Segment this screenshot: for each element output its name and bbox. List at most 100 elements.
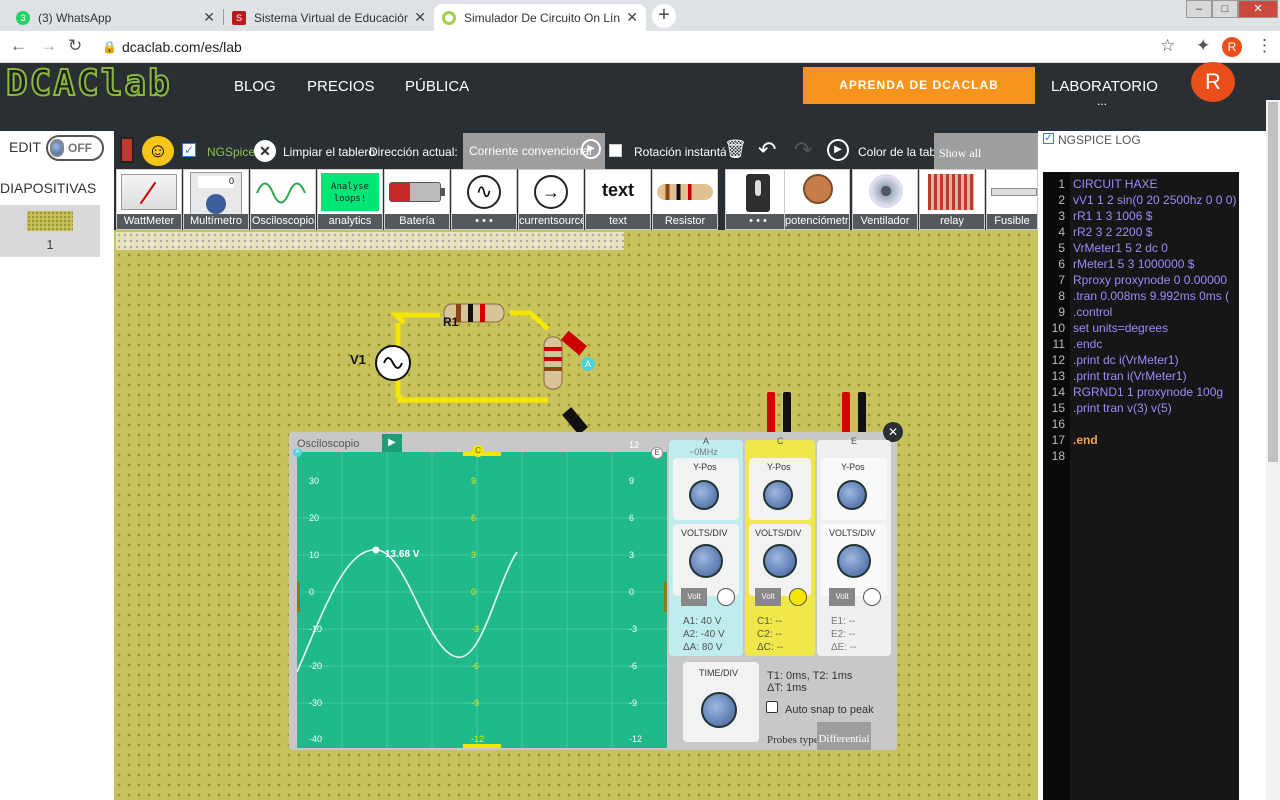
part-fuse[interactable]: Fusible (986, 169, 1038, 230)
probe-black-c[interactable] (783, 392, 791, 436)
tab-sistema-virtual[interactable]: S Sistema Virtual de Educación [Le ✕ (224, 4, 434, 31)
line-number: 8 (1058, 289, 1065, 303)
trash-icon[interactable]: 🗑 (724, 139, 747, 160)
close-icon[interactable]: ✕ (626, 9, 638, 26)
part-oscilloscope[interactable]: Osciloscopio (250, 169, 316, 230)
url-field[interactable]: dcaclab.com/es/lab (122, 36, 1212, 58)
nav-laboratorio[interactable]: LABORATORIO (1051, 78, 1158, 95)
clear-board-icon[interactable]: ✕ (254, 140, 276, 162)
smiley-icon[interactable]: ☺ (142, 136, 174, 166)
part-currentsource[interactable]: → currentsource (518, 169, 584, 230)
profile-avatar[interactable]: R (1222, 37, 1242, 57)
reload-icon[interactable]: ↻ (68, 36, 82, 56)
probe-red-e[interactable] (842, 392, 850, 436)
part-switch[interactable]: • • • (725, 169, 791, 230)
channel-a-marker[interactable]: A (293, 448, 302, 457)
ngspice-log-checkbox[interactable]: ✓ (1043, 133, 1054, 144)
part-analytics[interactable]: Analyse loops! analytics (317, 169, 383, 230)
ypos-knob-c[interactable] (763, 480, 793, 510)
back-arrow-icon[interactable]: ← (10, 36, 27, 56)
window-close-icon[interactable]: ✕ (1238, 0, 1278, 18)
part-fan[interactable]: Ventilador (852, 169, 918, 230)
channel-c-marker[interactable]: C (472, 445, 484, 457)
probe-toggle-icon[interactable] (863, 588, 881, 606)
nav-precios[interactable]: PRECIOS (307, 78, 375, 95)
line-number: 10 (1051, 321, 1065, 335)
ngspice-checkbox[interactable]: ✓ (182, 143, 196, 157)
forward-arrow-icon[interactable]: → (40, 36, 57, 56)
part-resistor[interactable]: Resistor (652, 169, 718, 230)
part-wattmeter[interactable]: WattMeter (116, 169, 182, 230)
close-icon[interactable]: ✕ (203, 9, 215, 26)
redo-icon[interactable]: ↷ (794, 137, 812, 163)
circuit-drawing (375, 303, 588, 435)
scrollbar-thumb[interactable] (1268, 102, 1278, 462)
channel-c-panel: C Y-Pos VOLTS/DIV Volt C1: -- C2: -- ΔC:… (745, 436, 815, 656)
volt-button[interactable]: Volt (755, 588, 781, 606)
close-icon[interactable]: ✕ (414, 9, 426, 26)
rotation-checkbox[interactable] (609, 144, 622, 157)
simulate-play-icon[interactable]: ▶ (827, 139, 849, 161)
menu-dots-icon[interactable]: ⋮ (1256, 36, 1273, 56)
text-glyph: text (601, 180, 634, 200)
volts-div-knob-e[interactable] (837, 544, 871, 578)
scope-play-icon[interactable]: ▶ (382, 434, 402, 452)
y-tick: -12 (629, 734, 643, 744)
y-tick: -12 (471, 734, 485, 744)
timediv-knob[interactable] (701, 692, 737, 728)
part-ac-source[interactable]: ∿ • • • (451, 169, 517, 230)
part-multimeter[interactable]: 0 Multímetro (183, 169, 249, 230)
clear-board-label[interactable]: Limpiar el tablero (283, 145, 377, 159)
volt-button[interactable]: Volt (681, 588, 707, 606)
maximize-icon[interactable]: □ (1212, 0, 1238, 18)
line-number: 14 (1051, 385, 1065, 399)
probes-type-select[interactable]: Differential (817, 722, 871, 750)
learn-button[interactable]: APRENDA DE DCACLAB (803, 67, 1035, 104)
user-avatar[interactable]: R (1191, 62, 1235, 102)
ypos-knob-a[interactable] (689, 480, 719, 510)
show-all-button[interactable]: Show all (934, 133, 1038, 169)
code-line: .print tran i(VrMeter1) (1073, 369, 1187, 383)
play-circle-icon[interactable]: ▶ (581, 139, 601, 159)
probe-a-marker[interactable]: A (581, 357, 595, 371)
nav-blog[interactable]: BLOG (234, 78, 276, 95)
minimize-icon[interactable]: – (1186, 0, 1212, 18)
extensions-icon[interactable]: ✦ (1196, 36, 1210, 56)
tab-title: (3) WhatsApp (38, 10, 112, 25)
board-color-label[interactable]: Color de la tabla (858, 145, 934, 159)
volt-button[interactable]: Volt (829, 588, 855, 606)
probe-toggle-icon[interactable] (717, 588, 735, 606)
auto-snap-checkbox[interactable] (766, 701, 778, 713)
ngspice-log-label: NGSPICE LOG (1058, 133, 1141, 147)
volts-div-knob-c[interactable] (763, 544, 797, 578)
line-number: 3 (1058, 209, 1065, 223)
edit-toggle[interactable]: OFF (46, 135, 104, 161)
new-tab-icon[interactable]: + (652, 4, 676, 28)
part-battery[interactable]: Batería (384, 169, 450, 230)
tab-simulador[interactable]: Simulador De Circuito On Línea | ✕ (434, 4, 646, 31)
close-scope-icon[interactable]: ✕ (883, 422, 903, 442)
analyse-loops-text: Analyse loops! (321, 173, 379, 211)
slide-thumbnail[interactable]: 1 (0, 205, 100, 257)
probe-toggle-icon[interactable] (789, 588, 807, 606)
dcaclab-logo[interactable]: DCAClab (5, 63, 172, 105)
probe-red-c[interactable] (767, 392, 775, 436)
nav-publica[interactable]: PÚBLICA (405, 78, 469, 95)
undo-icon[interactable]: ↶ (758, 137, 776, 163)
line-number: 12 (1051, 353, 1065, 367)
probe-black-e[interactable] (858, 392, 866, 436)
more-dots[interactable]: ... (1097, 94, 1107, 108)
y-tick: -3 (471, 624, 480, 634)
power-switch-icon[interactable] (120, 137, 134, 163)
tab-whatsapp[interactable]: 3 (3) WhatsApp ✕ (8, 4, 223, 31)
part-relay[interactable]: relay (919, 169, 985, 230)
ypos-knob-e[interactable] (837, 480, 867, 510)
part-text[interactable]: text text (585, 169, 651, 230)
star-icon[interactable]: ☆ (1160, 36, 1175, 56)
volts-div-knob-a[interactable] (689, 544, 723, 578)
part-potentiometer[interactable]: potenciómetro (784, 169, 850, 230)
part-label: Resistor (653, 214, 717, 229)
y-tick: 0 (471, 587, 477, 597)
rotation-label: Rotación instantánea (634, 145, 726, 159)
channel-e-marker[interactable]: E (651, 447, 663, 459)
